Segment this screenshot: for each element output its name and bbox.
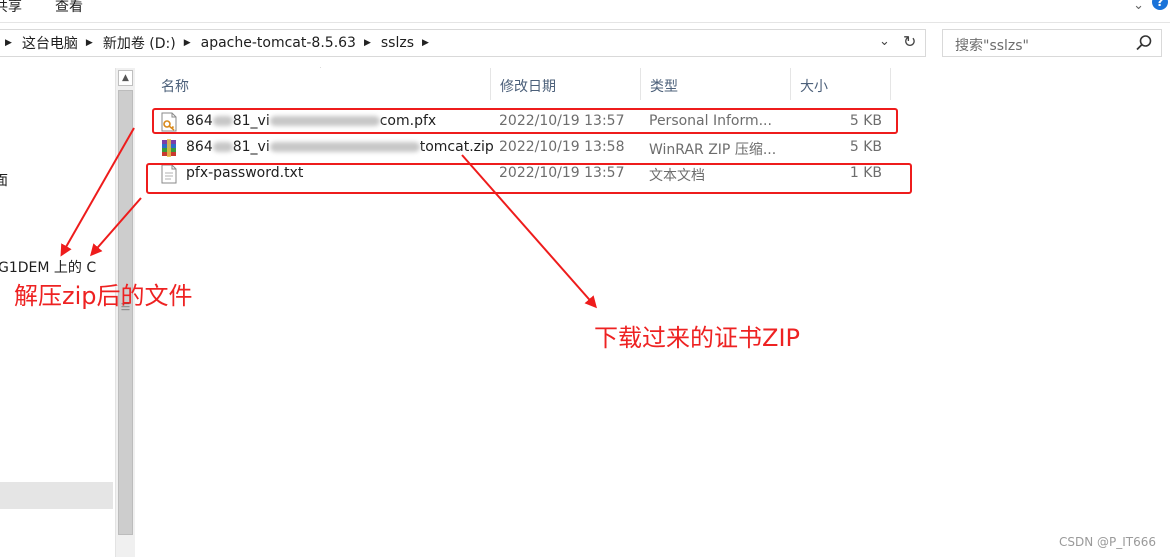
watermark: CSDN @P_IT666 [1058, 535, 1156, 549]
arrow-to-txt [90, 197, 142, 257]
arrow-to-zip [461, 154, 597, 309]
annotation-left-text: 解压zip后的文件 [14, 282, 193, 310]
arrow-to-pfx [60, 127, 135, 257]
annotation-right-text: 下载过来的证书ZIP [594, 324, 800, 352]
